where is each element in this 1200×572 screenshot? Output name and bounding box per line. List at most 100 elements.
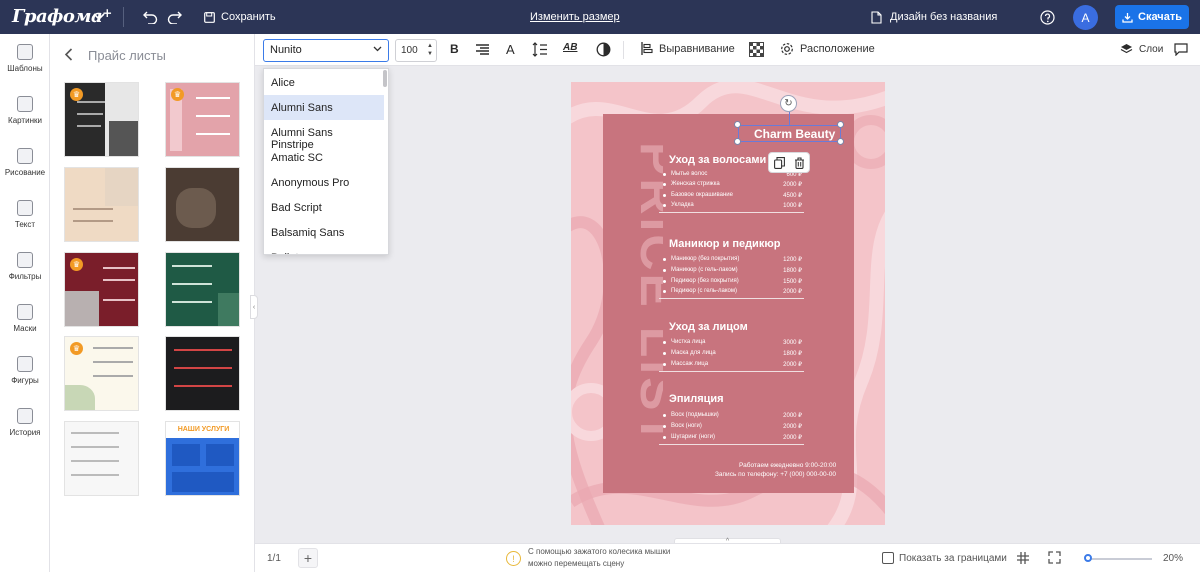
font-option[interactable]: Amatic SC	[264, 145, 384, 170]
service-price[interactable]: 1800 ₽	[762, 350, 802, 357]
service-name[interactable]: Чистка лица	[671, 339, 706, 345]
template-thumb[interactable]: ♛	[64, 82, 139, 157]
service-name[interactable]: Шугаринг (ноги)	[671, 434, 715, 440]
service-price[interactable]: 4500 ₽	[762, 192, 802, 199]
rail-item-drawing[interactable]: Рисование	[0, 148, 50, 177]
rotate-icon[interactable]: ↻	[780, 95, 797, 112]
font-option[interactable]: Alice	[264, 70, 384, 95]
service-price[interactable]: 2000 ₽	[762, 434, 802, 441]
download-button[interactable]: Скачать	[1115, 5, 1189, 29]
section-title[interactable]: Уход за волосами	[669, 154, 766, 166]
rail-item-history[interactable]: История	[0, 408, 50, 437]
price-list-document[interactable]: PRICE LIST Уход за волосами Мытье волос …	[603, 114, 854, 493]
font-option[interactable]: Bad Script	[264, 195, 384, 220]
resize-handle[interactable]	[837, 138, 844, 145]
section-title[interactable]: Эпиляция	[669, 393, 724, 405]
service-name[interactable]: Маникюр (без покрытия)	[671, 256, 739, 262]
service-price[interactable]: 1500 ₽	[762, 278, 802, 285]
service-price[interactable]: 3000 ₽	[762, 339, 802, 346]
resize-handle[interactable]	[837, 121, 844, 128]
template-thumb[interactable]	[64, 421, 139, 496]
service-name[interactable]: Маска для лица	[671, 350, 716, 356]
comment-icon[interactable]	[1174, 43, 1188, 56]
font-option[interactable]: Balsamiq Sans	[264, 220, 384, 245]
section-title[interactable]: Уход за лицом	[669, 321, 748, 333]
zoom-slider-track[interactable]	[1087, 558, 1152, 560]
service-name[interactable]: Женская стрижка	[671, 181, 720, 187]
template-thumb[interactable]	[165, 336, 240, 411]
service-name[interactable]: Укладка	[671, 202, 694, 208]
resize-link[interactable]: Изменить размер	[530, 10, 620, 24]
resize-handle[interactable]	[734, 138, 741, 145]
font-option[interactable]: Bellota	[264, 245, 384, 254]
template-thumb[interactable]: ♛	[64, 252, 139, 327]
redo-icon[interactable]	[166, 9, 182, 25]
back-arrow-icon[interactable]	[64, 48, 73, 64]
section-title[interactable]: Маникюр и педикюр	[669, 238, 780, 250]
service-name[interactable]: Воск (подмышки)	[671, 412, 719, 418]
font-option[interactable]: Alumni Sans Pinstripe	[264, 120, 384, 151]
service-price[interactable]: 2000 ₽	[762, 181, 802, 188]
rail-item-images[interactable]: Картинки	[0, 96, 50, 125]
undo-icon[interactable]	[142, 9, 158, 25]
avatar[interactable]: A	[1073, 5, 1098, 30]
layers-button[interactable]: Слои	[1120, 43, 1163, 55]
font-size-input[interactable]: 100 ▲ ▼	[395, 39, 437, 62]
rail-item-templates[interactable]: Шаблоны	[0, 44, 50, 73]
template-thumb[interactable]	[165, 167, 240, 242]
service-name[interactable]: Педикюр (с гель-лаком)	[671, 288, 737, 294]
service-name[interactable]: Базовое окрашивание	[671, 192, 733, 198]
rail-item-shapes[interactable]: Фигуры	[0, 356, 50, 385]
line-height-icon[interactable]	[532, 42, 548, 57]
service-price[interactable]: 2000 ₽	[762, 412, 802, 419]
rail-item-text[interactable]: Текст	[0, 200, 50, 229]
template-thumb[interactable]: НАШИ УСЛУГИ	[165, 421, 240, 496]
footer-hours[interactable]: Работаем ежедневно 9:00-20:00	[739, 462, 836, 469]
save-button[interactable]: Сохранить	[204, 10, 276, 24]
rail-item-masks[interactable]: Маски	[0, 304, 50, 333]
transparency-checker-icon[interactable]	[749, 42, 764, 57]
text-align-icon[interactable]	[475, 44, 490, 55]
text-color-button[interactable]: A	[506, 42, 515, 57]
template-thumb[interactable]	[165, 252, 240, 327]
alignment-button[interactable]: Выравнивание	[641, 42, 735, 55]
service-name[interactable]: Мытье волос	[671, 171, 707, 177]
service-name[interactable]: Воск (ноги)	[671, 423, 702, 429]
logo-menu-chevron-icon[interactable]	[92, 9, 106, 25]
duplicate-icon[interactable]	[773, 156, 785, 169]
bold-button[interactable]: B	[450, 42, 459, 56]
service-price[interactable]: 1000 ₽	[762, 202, 802, 209]
resize-handle[interactable]	[734, 121, 741, 128]
text-case-button[interactable]: AB	[563, 42, 577, 53]
add-page-button[interactable]: +	[298, 548, 318, 568]
selection-box[interactable]	[738, 125, 841, 142]
template-thumb[interactable]	[64, 167, 139, 242]
service-price[interactable]: 1200 ₽	[762, 256, 802, 263]
trash-icon[interactable]	[794, 156, 805, 169]
design-title[interactable]: Дизайн без названия	[871, 9, 997, 25]
panel-collapse-chevron-icon[interactable]: ‹	[250, 295, 258, 319]
opacity-icon[interactable]	[596, 42, 611, 57]
fullscreen-icon[interactable]	[1048, 551, 1061, 569]
show-outside-label[interactable]: Показать за границами	[899, 553, 1007, 564]
rail-item-filters[interactable]: Фильтры	[0, 252, 50, 281]
service-price[interactable]: 2000 ₽	[762, 288, 802, 295]
service-price[interactable]: 1800 ₽	[762, 267, 802, 274]
footer-phone[interactable]: Запись по телефону: +7 (000) 000-00-00	[715, 471, 836, 478]
template-thumb[interactable]: ♛	[64, 336, 139, 411]
dropdown-scrollbar[interactable]	[383, 70, 387, 87]
service-name[interactable]: Педикюр (без покрытия)	[671, 278, 739, 284]
arrange-button[interactable]: Расположение	[780, 42, 875, 56]
font-size-stepper-icon[interactable]: ▲ ▼	[427, 42, 433, 58]
template-thumb[interactable]: ♛	[165, 82, 240, 157]
help-icon[interactable]	[1039, 9, 1055, 25]
service-name[interactable]: Массаж лица	[671, 361, 708, 367]
font-option[interactable]: Anonymous Pro	[264, 170, 384, 195]
zoom-slider-knob[interactable]	[1084, 554, 1092, 562]
service-price[interactable]: 2000 ₽	[762, 361, 802, 368]
font-family-select[interactable]: Nunito	[263, 39, 389, 62]
font-option[interactable]: Alumni Sans	[264, 95, 384, 120]
service-name[interactable]: Маникюр (с гель-лаком)	[671, 267, 738, 273]
grid-icon[interactable]	[1017, 551, 1029, 569]
show-outside-checkbox[interactable]	[882, 552, 894, 564]
